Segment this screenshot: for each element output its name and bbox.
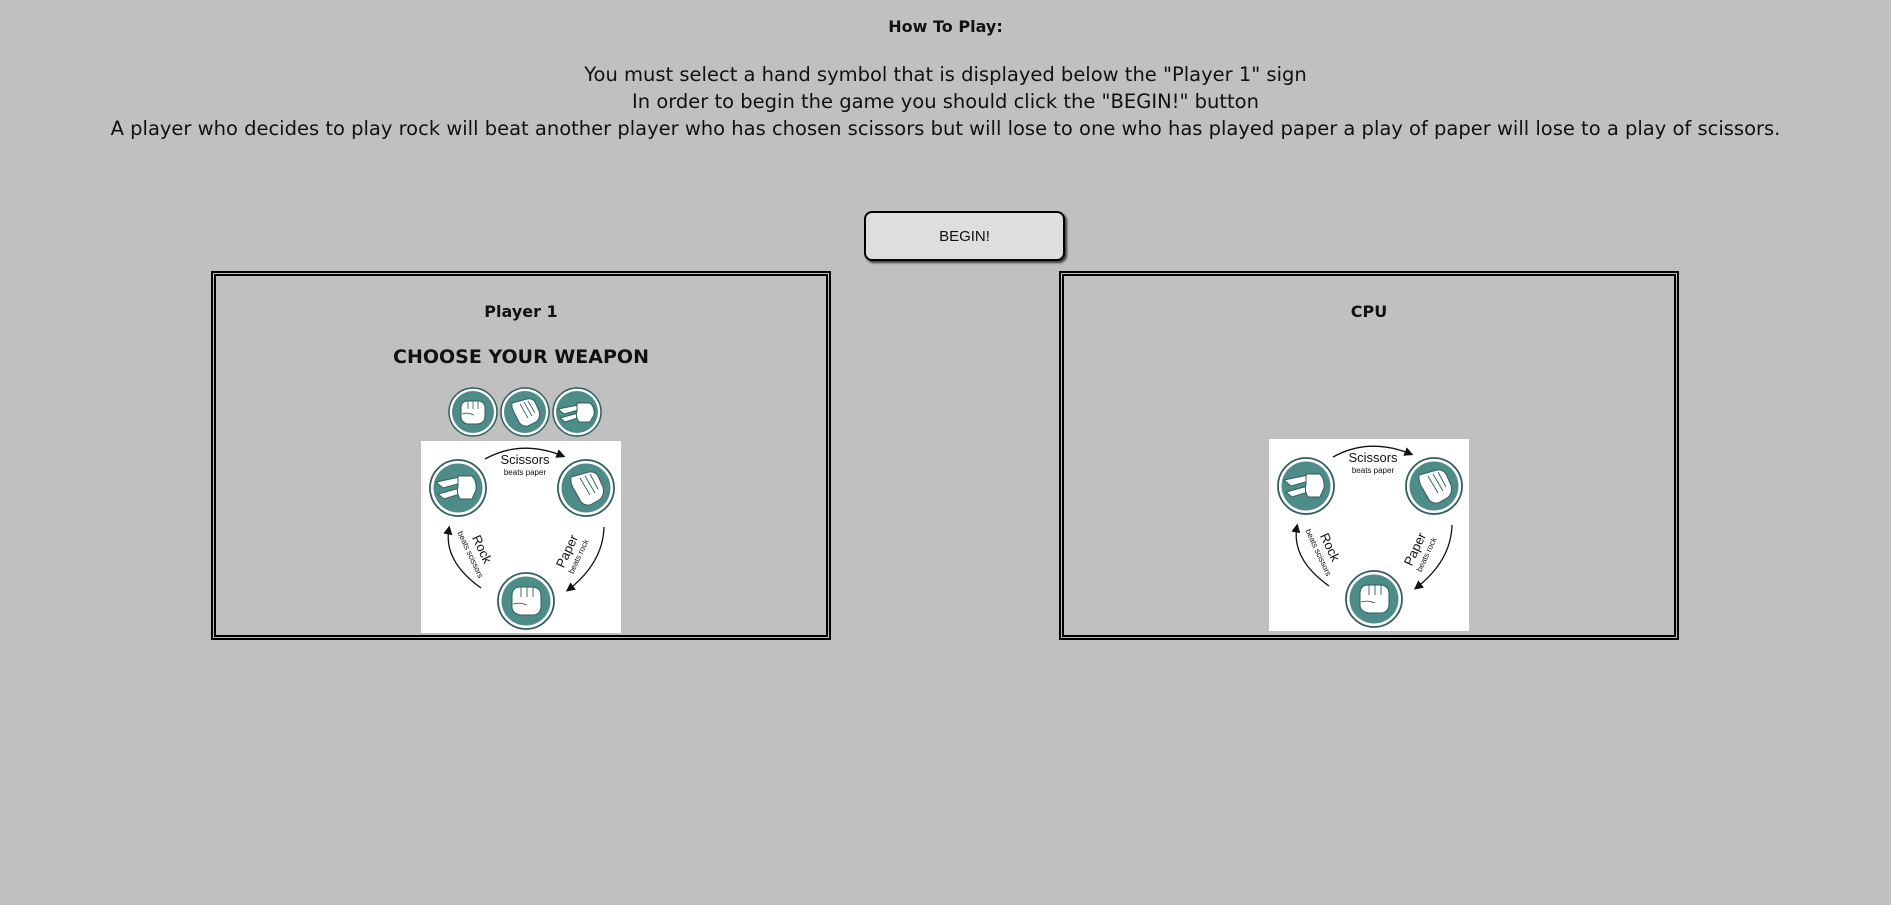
rules-diagram: Scissors beats paper Paper beats rock Ro…	[1269, 439, 1469, 631]
rock-hand-icon	[1345, 570, 1403, 628]
begin-button[interactable]: BEGIN!	[864, 211, 1065, 261]
scissors-sub-label: beats paper	[504, 468, 547, 477]
cpu-title: CPU	[1350, 302, 1388, 321]
rules-diagram: Scissors beats paper Paper beats rock Ro…	[421, 441, 621, 633]
how-to-play-title: How To Play:	[888, 17, 1003, 36]
player-title: Player 1	[484, 302, 558, 321]
rock-hand-icon	[497, 572, 555, 630]
scissors-label: Scissors	[500, 452, 550, 467]
instruction-line-2: In order to begin the game you should cl…	[632, 90, 1259, 113]
weapon-choices	[448, 387, 604, 439]
scissors-hand-icon	[1277, 457, 1335, 515]
instruction-line-1: You must select a hand symbol that is di…	[584, 63, 1307, 86]
rock-hand-icon[interactable]	[448, 387, 498, 437]
paper-hand-icon	[557, 459, 615, 517]
player-panel: Player 1 CHOOSE YOUR WEAPON Scissors bea…	[211, 271, 831, 640]
scissors-hand-icon	[429, 459, 487, 517]
scissors-hand-icon[interactable]	[552, 387, 602, 437]
instructions: You must select a hand symbol that is di…	[0, 61, 1891, 142]
scissors-sub-label: beats paper	[1352, 466, 1395, 475]
choose-weapon-title: CHOOSE YOUR WEAPON	[393, 346, 649, 368]
paper-hand-icon[interactable]	[500, 387, 550, 437]
instruction-line-3: A player who decides to play rock will b…	[110, 117, 1781, 140]
paper-hand-icon	[1405, 457, 1463, 515]
cpu-panel: CPU Scissors beats paper Paper beats roc…	[1059, 271, 1679, 640]
scissors-label: Scissors	[1348, 450, 1398, 465]
